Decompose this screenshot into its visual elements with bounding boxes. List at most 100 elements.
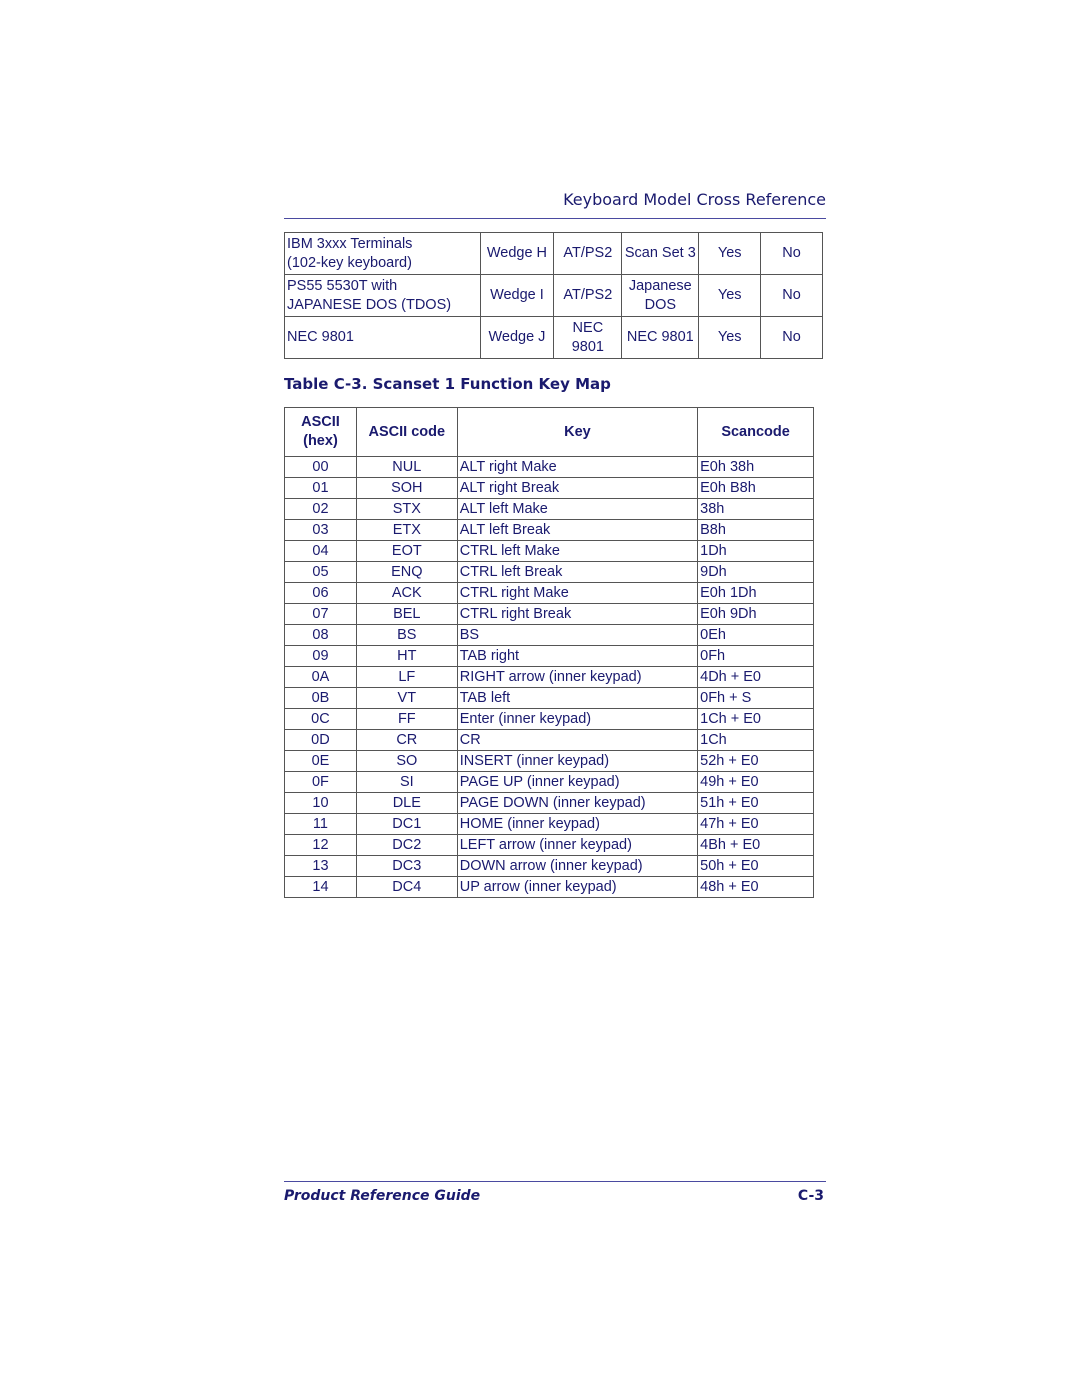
header-ascii-code: ASCII code <box>355 407 458 457</box>
cell-key: CTRL right Make <box>456 582 699 604</box>
header-ascii-hex-line2: (hex) <box>303 433 338 449</box>
cell-ascii-hex: 0E <box>284 750 357 772</box>
cell-scancode: B8h <box>697 519 814 541</box>
cross-reference-row: PS55 5530T with JAPANESE DOS (TDOS) Wedge … <box>284 274 823 317</box>
cell-wedge: Wedge J <box>479 316 555 359</box>
cell-ascii-hex: 0C <box>284 708 357 730</box>
cell-scancode: 51h + E0 <box>697 792 814 814</box>
cell-key: UP arrow (inner keypad) <box>456 876 699 898</box>
cell-ascii-hex: 02 <box>284 498 357 520</box>
cell-col6: No <box>760 274 823 317</box>
cell-col6: No <box>760 232 823 275</box>
table-row: 09 HT TAB right 0Fh <box>284 645 814 667</box>
table-row: 05 ENQ CTRL left Break 9Dh <box>284 561 814 583</box>
table-row: 07 BEL CTRL right Break E0h 9Dh <box>284 603 814 625</box>
cell-ascii-code: ENQ <box>355 561 458 583</box>
cell-model: IBM 3xxx Terminals (102-key keyboard) <box>284 232 481 275</box>
cell-scancode: 47h + E0 <box>697 813 814 835</box>
cell-scancode: 49h + E0 <box>697 771 814 793</box>
header-scancode: Scancode <box>697 407 814 457</box>
cell-model: PS55 5530T with JAPANESE DOS (TDOS) <box>284 274 481 317</box>
table-row: 02 STX ALT left Make 38h <box>284 498 814 520</box>
table-row: 13 DC3 DOWN arrow (inner keypad) 50h + E0 <box>284 855 814 877</box>
page-number: C-3 <box>797 1188 824 1204</box>
cell-ascii-hex: 0F <box>284 771 357 793</box>
header-divider <box>284 218 826 219</box>
cell-key: DOWN arrow (inner keypad) <box>456 855 699 877</box>
cell-ascii-code: SO <box>355 750 458 772</box>
cell-ascii-hex: 0D <box>284 729 357 751</box>
cell-ascii-hex: 0A <box>284 666 357 688</box>
cell-ascii-code: CR <box>355 729 458 751</box>
cell-scancode: 4Bh + E0 <box>697 834 814 856</box>
cell-scancode: E0h 9Dh <box>697 603 814 625</box>
cell-key: CTRL left Break <box>456 561 699 583</box>
cell-scancode: 0Fh <box>697 645 814 667</box>
cell-scancode: 4Dh + E0 <box>697 666 814 688</box>
cell-model-line: NEC 9801 <box>287 329 354 345</box>
cell-ascii-hex: 12 <box>284 834 357 856</box>
cell-ascii-hex: 0B <box>284 687 357 709</box>
table-row: 14 DC4 UP arrow (inner keypad) 48h + E0 <box>284 876 814 898</box>
cell-wedge: Wedge I <box>479 274 555 317</box>
cell-ascii-hex: 06 <box>284 582 357 604</box>
cell-ascii-hex: 13 <box>284 855 357 877</box>
cell-ascii-code: ETX <box>355 519 458 541</box>
footer-guide-title: Product Reference Guide <box>284 1188 481 1204</box>
cell-key: HOME (inner keypad) <box>456 813 699 835</box>
cell-key: BS <box>456 624 699 646</box>
table-row: 0B VT TAB left 0Fh + S <box>284 687 814 709</box>
table-row: 01 SOH ALT right Break E0h B8h <box>284 477 814 499</box>
cell-key: PAGE UP (inner keypad) <box>456 771 699 793</box>
cell-ascii-hex: 09 <box>284 645 357 667</box>
cell-scancode: 0Eh <box>697 624 814 646</box>
table-row: 12 DC2 LEFT arrow (inner keypad) 4Bh + E0 <box>284 834 814 856</box>
cell-key: CR <box>456 729 699 751</box>
cell-ascii-hex: 01 <box>284 477 357 499</box>
cell-key: TAB left <box>456 687 699 709</box>
cell-model-line: PS55 5530T with <box>287 277 398 294</box>
cell-ascii-code: LF <box>355 666 458 688</box>
cell-scancode: 1Dh <box>697 540 814 562</box>
table-row: 00 NUL ALT right Make E0h 38h <box>284 456 814 478</box>
cell-key: ALT left Make <box>456 498 699 520</box>
header-key: Key <box>456 407 699 457</box>
table-caption: Table C-3. Scanset 1 Function Key Map <box>284 375 611 393</box>
table-row: 11 DC1 HOME (inner keypad) 47h + E0 <box>284 813 814 835</box>
cell-scanset-line: NEC 9801 <box>626 329 694 345</box>
header-ascii-hex: ASCII (hex) <box>284 407 357 457</box>
table-row: 0E SO INSERT (inner keypad) 52h + E0 <box>284 750 814 772</box>
cell-scanset-line: Japanese <box>628 277 692 294</box>
cell-ascii-code: DC1 <box>355 813 458 835</box>
cross-reference-row: IBM 3xxx Terminals (102-key keyboard) Wedg… <box>284 232 823 275</box>
cell-col5: Yes <box>698 316 762 359</box>
table-row: 0F SI PAGE UP (inner keypad) 49h + E0 <box>284 771 814 793</box>
cell-model-line: (102-key keyboard) <box>287 254 412 271</box>
cell-ascii-code: FF <box>355 708 458 730</box>
cell-ascii-code: DC2 <box>355 834 458 856</box>
cell-ascii-code: SOH <box>355 477 458 499</box>
cell-interface: AT/PS2 <box>553 274 623 317</box>
cell-interface-line: AT/PS2 <box>563 287 613 303</box>
table-row: 06 ACK CTRL right Make E0h 1Dh <box>284 582 814 604</box>
cell-interface-line: 9801 <box>571 338 604 355</box>
cell-ascii-code: SI <box>355 771 458 793</box>
header-ascii-hex-line1: ASCII <box>301 414 340 430</box>
cell-ascii-code: BEL <box>355 603 458 625</box>
cell-ascii-hex: 10 <box>284 792 357 814</box>
cell-ascii-code: STX <box>355 498 458 520</box>
cell-ascii-code: NUL <box>355 456 458 478</box>
cell-key: ALT right Break <box>456 477 699 499</box>
cell-key: ALT right Make <box>456 456 699 478</box>
cell-model-line: IBM 3xxx Terminals <box>287 235 413 252</box>
cell-scancode: 0Fh + S <box>697 687 814 709</box>
cell-ascii-code: EOT <box>355 540 458 562</box>
cell-scancode: 9Dh <box>697 561 814 583</box>
cell-key: TAB right <box>456 645 699 667</box>
cell-scanset: Japanese DOS <box>621 274 700 317</box>
cell-ascii-code: BS <box>355 624 458 646</box>
cell-scancode: E0h B8h <box>697 477 814 499</box>
scanset1-function-key-table: ASCII (hex) ASCII code Key Scancode 00 NUL… <box>284 407 814 898</box>
cell-interface: AT/PS2 <box>553 232 623 275</box>
cell-ascii-hex: 08 <box>284 624 357 646</box>
